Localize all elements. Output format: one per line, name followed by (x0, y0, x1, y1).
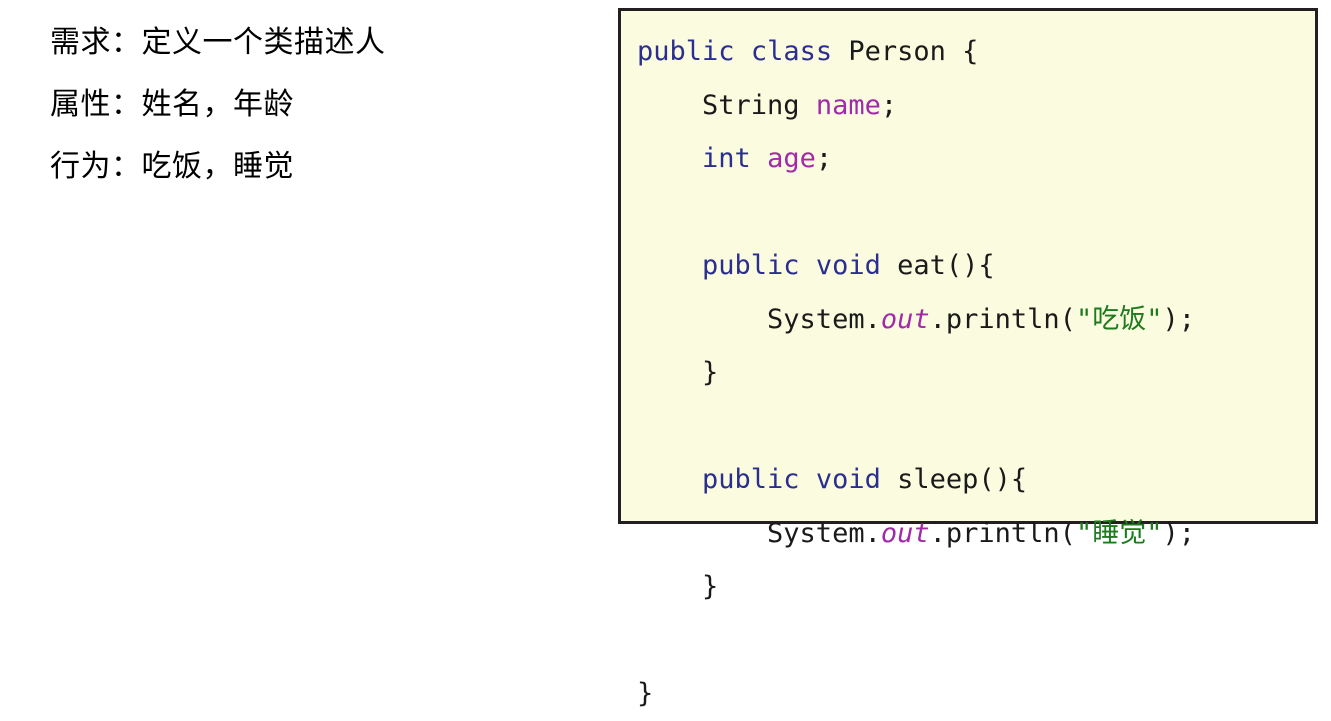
code-token: .println( (929, 303, 1076, 335)
code-token: System. (637, 517, 881, 549)
code-line (637, 186, 1315, 240)
code-token: ); (1162, 517, 1195, 549)
code-token: out (880, 517, 930, 549)
code-token: sleep(){ (880, 464, 1028, 495)
code-line (637, 400, 1315, 454)
code-block-panel: public class Person { String name; int a… (618, 8, 1318, 709)
code-token: } (637, 678, 654, 709)
code-line: System.out.println("睡觉"); (637, 507, 1315, 561)
code-line: public void sleep(){ (637, 453, 1315, 507)
code-token: age (767, 143, 816, 174)
code-token: void (815, 250, 881, 281)
code-line: public class Person { (637, 25, 1315, 79)
code-token: .println( (929, 517, 1076, 549)
code-line: System.out.println("吃饭"); (637, 293, 1315, 347)
code-line: int age; (637, 132, 1315, 186)
java-code-listing: public class Person { String name; int a… (621, 11, 1315, 721)
requirements-panel: 需求：定义一个类描述人 属性：姓名，年龄 行为：吃饭，睡觉 (50, 12, 570, 198)
code-line: } (637, 667, 1315, 721)
code-token: String (637, 89, 816, 121)
code-line (637, 614, 1315, 668)
code-token: class (750, 36, 833, 67)
code-token: } (637, 571, 719, 602)
code-token: int (702, 143, 751, 174)
code-line: public void eat(){ (637, 239, 1315, 293)
code-token: "吃饭" (1075, 303, 1163, 335)
code-token: public (637, 36, 735, 67)
code-token: public (702, 250, 800, 281)
code-line: } (637, 346, 1315, 400)
code-token: name (815, 89, 881, 121)
code-token: eat(){ (880, 250, 995, 281)
code-token: ; (815, 143, 833, 174)
code-token: ; (880, 89, 898, 121)
code-token: System. (637, 303, 881, 335)
code-token: void (815, 464, 881, 495)
code-line: } (637, 560, 1315, 614)
code-token: public (702, 464, 800, 495)
requirement-line: 属性：姓名，年龄 (50, 87, 294, 122)
code-line: String name; (637, 79, 1315, 133)
code-token: ); (1162, 303, 1195, 335)
code-token: Person { (832, 36, 979, 67)
code-token: } (637, 357, 719, 388)
requirement-line: 需求：定义一个类描述人 (50, 25, 386, 60)
code-token: out (880, 303, 930, 335)
code-token: "睡觉" (1075, 517, 1163, 549)
requirement-line: 行为：吃饭，睡觉 (50, 149, 294, 184)
